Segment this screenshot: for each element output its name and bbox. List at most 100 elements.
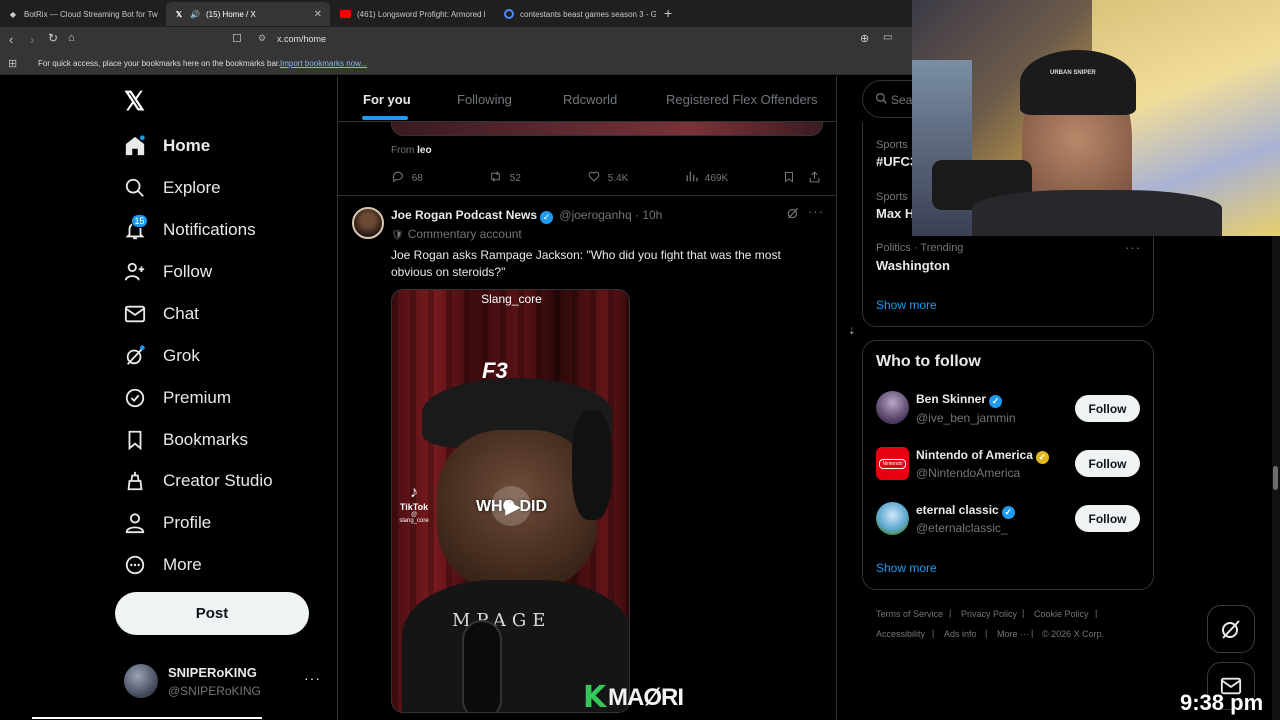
- follow-suggestion-name[interactable]: Ben Skinner ✓: [916, 392, 1003, 408]
- home-browser-icon[interactable]: ⌂: [68, 32, 75, 44]
- follow-suggestion-handle: @eternalclassic_: [916, 521, 1008, 535]
- tab-rdcworld[interactable]: Rdcworld: [563, 92, 617, 107]
- follow-button[interactable]: Follow: [1075, 505, 1140, 532]
- footer-separator: |: [932, 628, 935, 638]
- post-video[interactable]: Slang_core F3 MPAGE ♪ TikTok @ slang_cor…: [391, 289, 630, 713]
- import-bookmarks-link[interactable]: Import bookmarks now...: [280, 59, 367, 68]
- reply-button[interactable]: 68: [391, 170, 423, 184]
- sidebar-item-explore[interactable]: Explore: [124, 170, 221, 206]
- views-icon: [686, 171, 698, 182]
- footer-privacy[interactable]: Privacy Policy: [961, 609, 1017, 619]
- footer-cookies[interactable]: Cookie Policy: [1034, 609, 1089, 619]
- footer-accessibility[interactable]: Accessibility: [876, 629, 925, 639]
- joe-rogan-avatar[interactable]: [352, 207, 384, 239]
- previous-post-media[interactable]: [391, 122, 823, 136]
- sidebar-item-creator-studio[interactable]: Creator Studio: [124, 463, 273, 499]
- follow-button[interactable]: Follow: [1075, 450, 1140, 477]
- browser-tab-botrix[interactable]: ◆ BotRix — Cloud Streaming Bot for Tw: [0, 2, 162, 26]
- video-microphone: [462, 620, 502, 712]
- sidebar-item-more[interactable]: More: [124, 547, 202, 583]
- botrix-favicon-icon: ◆: [9, 9, 17, 19]
- envelope-icon: [124, 303, 146, 325]
- trend-item[interactable]: Max H: [876, 206, 914, 221]
- like-button[interactable]: 5.4K: [587, 170, 628, 184]
- share-icon[interactable]: [808, 170, 821, 187]
- address-bar[interactable]: x.com/home: [277, 34, 326, 44]
- account-name: SNIPERoKING: [168, 665, 257, 680]
- webcam-beanie: [1020, 50, 1136, 115]
- back-icon[interactable]: ‹: [9, 32, 13, 47]
- browser-tab-youtube[interactable]: (461) Longsword Profight: Armored l: [332, 2, 494, 26]
- sidebar-item-follow[interactable]: Follow: [124, 254, 212, 290]
- sidebar-item-grok[interactable]: Grok: [124, 338, 200, 374]
- bell-icon: 15: [124, 214, 148, 241]
- reload-icon[interactable]: ↻: [48, 31, 58, 45]
- cursor-icon: ⇣: [848, 326, 856, 336]
- account-handle: @SNIPERoKING: [168, 684, 261, 698]
- bookmark-post-icon[interactable]: [783, 170, 795, 187]
- forward-icon[interactable]: ›: [30, 32, 34, 47]
- post-author[interactable]: Joe Rogan Podcast News: [391, 208, 537, 222]
- footer-terms[interactable]: Terms of Service: [876, 609, 943, 619]
- video-watermark: Slang_core: [481, 292, 542, 306]
- who-to-follow-show-more[interactable]: Show more: [876, 561, 937, 575]
- site-info-icon[interactable]: ⚙: [258, 33, 266, 44]
- post-time[interactable]: 10h: [642, 208, 662, 222]
- browser-tab-x-home[interactable]: 𝕏 🔊 (15) Home / X ✕: [166, 2, 330, 26]
- nintendo-logo-icon: Nintendo: [879, 458, 906, 469]
- bookmarks-hint: For quick access, place your bookmarks h…: [38, 59, 281, 68]
- tab-following[interactable]: Following: [457, 92, 512, 107]
- post-button[interactable]: Post: [115, 592, 309, 635]
- post-more-icon[interactable]: ···: [808, 204, 824, 219]
- from-line: From leo: [391, 145, 432, 156]
- repost-button[interactable]: 52: [488, 170, 521, 184]
- follow-button[interactable]: Follow: [1075, 395, 1140, 422]
- apps-grid-icon[interactable]: ⊞: [8, 57, 17, 70]
- sidebar-item-notifications[interactable]: 15 Notifications: [124, 212, 256, 248]
- footer-ads-info[interactable]: Ads info: [944, 629, 977, 639]
- more-circle-icon: [124, 554, 146, 576]
- nintendo-avatar[interactable]: Nintendo: [876, 447, 909, 480]
- avatar[interactable]: [876, 391, 909, 424]
- tab-for-you[interactable]: For you: [363, 92, 411, 107]
- post-handle[interactable]: @joeroganhq: [559, 208, 631, 222]
- scrollbar-thumb[interactable]: [1273, 466, 1278, 490]
- sidebar-item-profile[interactable]: Profile: [124, 505, 211, 541]
- account-switcher[interactable]: SNIPERoKING @SNIPERoKING ···: [124, 664, 334, 704]
- tab-registered-flex-offenders[interactable]: Registered Flex Offenders: [666, 92, 818, 107]
- sidebar-item-premium[interactable]: Premium: [124, 380, 231, 416]
- trend-item[interactable]: #UFC3: [876, 154, 917, 169]
- play-button[interactable]: ▶: [491, 486, 531, 526]
- trends-show-more[interactable]: Show more: [876, 298, 937, 312]
- notifications-badge: 15: [131, 214, 148, 228]
- speaker-icon[interactable]: 🔊: [190, 9, 200, 19]
- sidebar-item-bookmarks[interactable]: Bookmarks: [124, 422, 248, 458]
- grok-floating-button[interactable]: [1207, 605, 1255, 653]
- trend-item[interactable]: Washington: [876, 258, 950, 273]
- person-plus-icon: [124, 261, 146, 283]
- follow-suggestion-name[interactable]: eternal classic ✓: [916, 503, 1015, 519]
- account-more-icon[interactable]: ···: [304, 670, 321, 686]
- repost-icon: [491, 171, 500, 182]
- browser-tab-google[interactable]: contestants beast games season 3 - G: [496, 2, 656, 26]
- close-tab-icon[interactable]: ✕: [314, 9, 322, 20]
- follow-suggestion-name[interactable]: Nintendo of America ✓: [916, 448, 1049, 464]
- footer-more[interactable]: More ···: [997, 629, 1029, 639]
- youtube-favicon-icon: [340, 10, 351, 18]
- sidebar-item-home[interactable]: Home: [124, 128, 210, 164]
- x-logo-icon[interactable]: 𝕏: [124, 86, 145, 117]
- follow-suggestion-handle: @ive_ben_jammin: [916, 411, 1016, 425]
- new-tab-icon[interactable]: +: [664, 5, 672, 21]
- x-favicon-icon: 𝕏: [175, 9, 183, 19]
- grok-explain-icon[interactable]: [786, 206, 800, 223]
- sidebar-item-chat[interactable]: Chat: [124, 296, 199, 332]
- zoom-icon[interactable]: ⊕: [860, 32, 869, 45]
- trend-more-icon[interactable]: ···: [1125, 240, 1141, 255]
- post-divider: [338, 195, 836, 196]
- avatar[interactable]: [876, 502, 909, 535]
- footer-separator: |: [1031, 628, 1034, 638]
- footer-separator: |: [949, 608, 952, 618]
- views-button[interactable]: 469K: [685, 170, 728, 184]
- bookmark-page-icon[interactable]: ☐: [232, 32, 242, 45]
- cast-icon[interactable]: ▭: [883, 32, 892, 43]
